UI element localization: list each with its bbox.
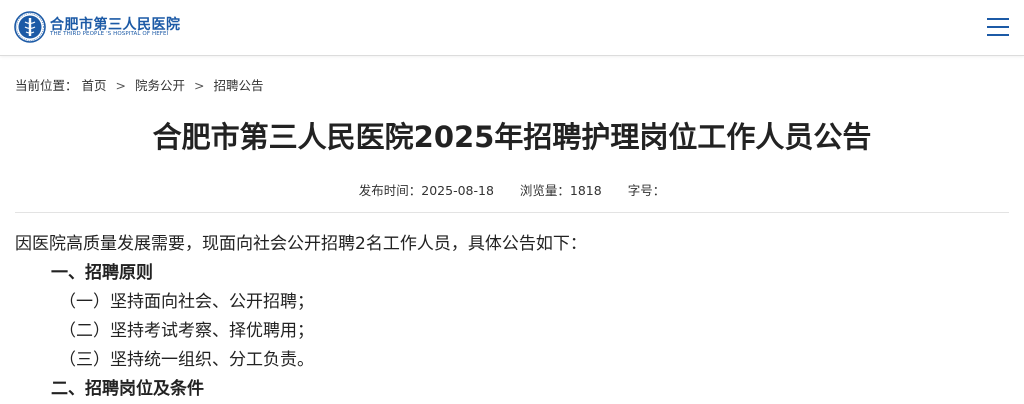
breadcrumb-prefix: 当前位置： [15,78,78,93]
hospital-emblem-icon[interactable] [14,11,46,43]
view-count: 浏览量：1818 [519,183,602,198]
divider [15,212,1009,213]
breadcrumb-recruitment-link[interactable]: 招聘公告 [213,78,263,93]
principle-item: （一）坚持面向社会、公开招聘； [59,292,314,312]
hospital-english-name: THE THIRD PEOPLE 'S HOSPITAL OF HEFEI [50,31,169,37]
section-heading: 一、招聘原则 [51,263,153,283]
hamburger-menu-icon[interactable] [985,15,1011,39]
breadcrumb-home-link[interactable]: 首页 [82,78,107,93]
breadcrumb-separator: > [193,78,205,93]
publish-time: 发布时间：2025-08-18 [358,183,494,198]
breadcrumb-affairs-link[interactable]: 院务公开 [135,78,185,93]
font-size-control[interactable]: 字号： [628,183,666,198]
article-meta: 发布时间：2025-08-18 浏览量：1818 字号： [0,180,1024,199]
breadcrumb-separator: > [115,78,126,93]
page-title: 合肥市第三人民医院2025年招聘护理岗位工作人员公告 [152,120,872,154]
principle-item: （二）坚持考试考察、择优聘用； [59,321,314,341]
intro-paragraph: 因医院高质量发展需要，现面向社会公开招聘2名工作人员，具体公告如下： [15,234,587,254]
site-header: 合肥市第三人民医院 THE THIRD PEOPLE 'S HOSPITAL O… [0,0,1024,56]
article-body: 因医院高质量发展需要，现面向社会公开招聘2名工作人员，具体公告如下： 一、招聘原… [15,230,1009,404]
breadcrumb: 当前位置： 首页 > 院务公开 > 招聘公告 [15,75,263,94]
principle-item: （三）坚持统一组织、分工负责。 [59,350,314,370]
